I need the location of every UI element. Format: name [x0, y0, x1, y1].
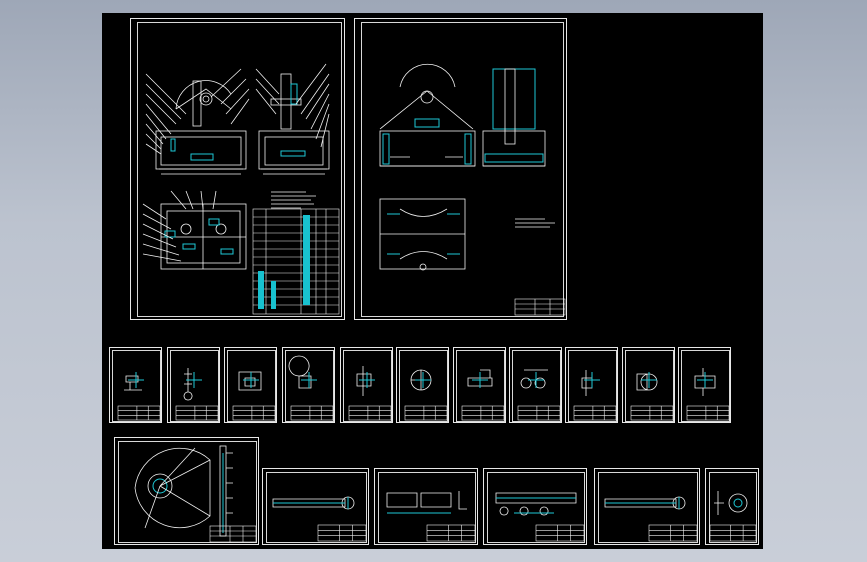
sheet-graphics — [272, 496, 367, 542]
parts-list-table — [252, 208, 340, 315]
part-sheet-graphics — [517, 369, 561, 421]
part-sheet-graphics — [175, 368, 219, 421]
part-sheet-graphics — [404, 369, 448, 421]
part-sheet-3[interactable] — [224, 347, 277, 423]
disc-part-graphics — [134, 445, 257, 543]
layout-side-view — [482, 68, 546, 167]
flange-sheet[interactable] — [705, 468, 759, 545]
part-sheet-6[interactable] — [396, 347, 449, 423]
part-sheet-11[interactable] — [678, 347, 731, 423]
top-view — [142, 190, 247, 270]
shaft-sheet-1[interactable] — [262, 468, 369, 545]
layout-title-block — [514, 298, 566, 316]
shaft-sheet-4[interactable] — [594, 468, 700, 545]
part-sheet-graphics — [232, 371, 276, 421]
disc-part-sheet[interactable] — [114, 437, 259, 545]
assembly-drawing-graphics — [142, 63, 340, 315]
part-sheet-graphics — [686, 368, 730, 421]
layout-drawing-graphics — [379, 63, 566, 316]
part-sheet-graphics — [117, 372, 161, 421]
notes-block — [271, 191, 316, 209]
layout-front-view — [379, 63, 476, 167]
shaft-sheet-3[interactable] — [483, 468, 587, 545]
side-view-right — [255, 63, 330, 175]
part-sheet-graphics — [461, 369, 505, 421]
sheet-graphics — [604, 496, 698, 542]
layout-top-view — [379, 198, 466, 271]
sheet-graphics — [495, 492, 585, 542]
part-sheet-10[interactable] — [622, 347, 675, 423]
drawing-canvas[interactable] — [102, 13, 763, 549]
part-sheet-graphics — [630, 372, 674, 421]
part-sheet-graphics — [573, 370, 617, 421]
part-sheet-graphics — [288, 355, 334, 421]
layout-notes — [515, 218, 555, 228]
layout-sheet[interactable] — [354, 18, 567, 320]
part-sheet-8[interactable] — [509, 347, 562, 423]
part-sheet-5[interactable] — [340, 347, 393, 423]
sheet-graphics — [709, 491, 757, 542]
part-sheet-2[interactable] — [167, 347, 220, 423]
front-view-left — [145, 68, 250, 175]
part-sheet-graphics — [348, 366, 392, 421]
shaft-sheet-2[interactable] — [374, 468, 478, 545]
part-sheet-9[interactable] — [565, 347, 618, 423]
assembly-sheet[interactable] — [130, 18, 345, 320]
part-sheet-1[interactable] — [109, 347, 162, 423]
part-sheet-7[interactable] — [453, 347, 506, 423]
part-sheet-4[interactable] — [282, 347, 335, 423]
sheet-graphics — [386, 491, 476, 542]
